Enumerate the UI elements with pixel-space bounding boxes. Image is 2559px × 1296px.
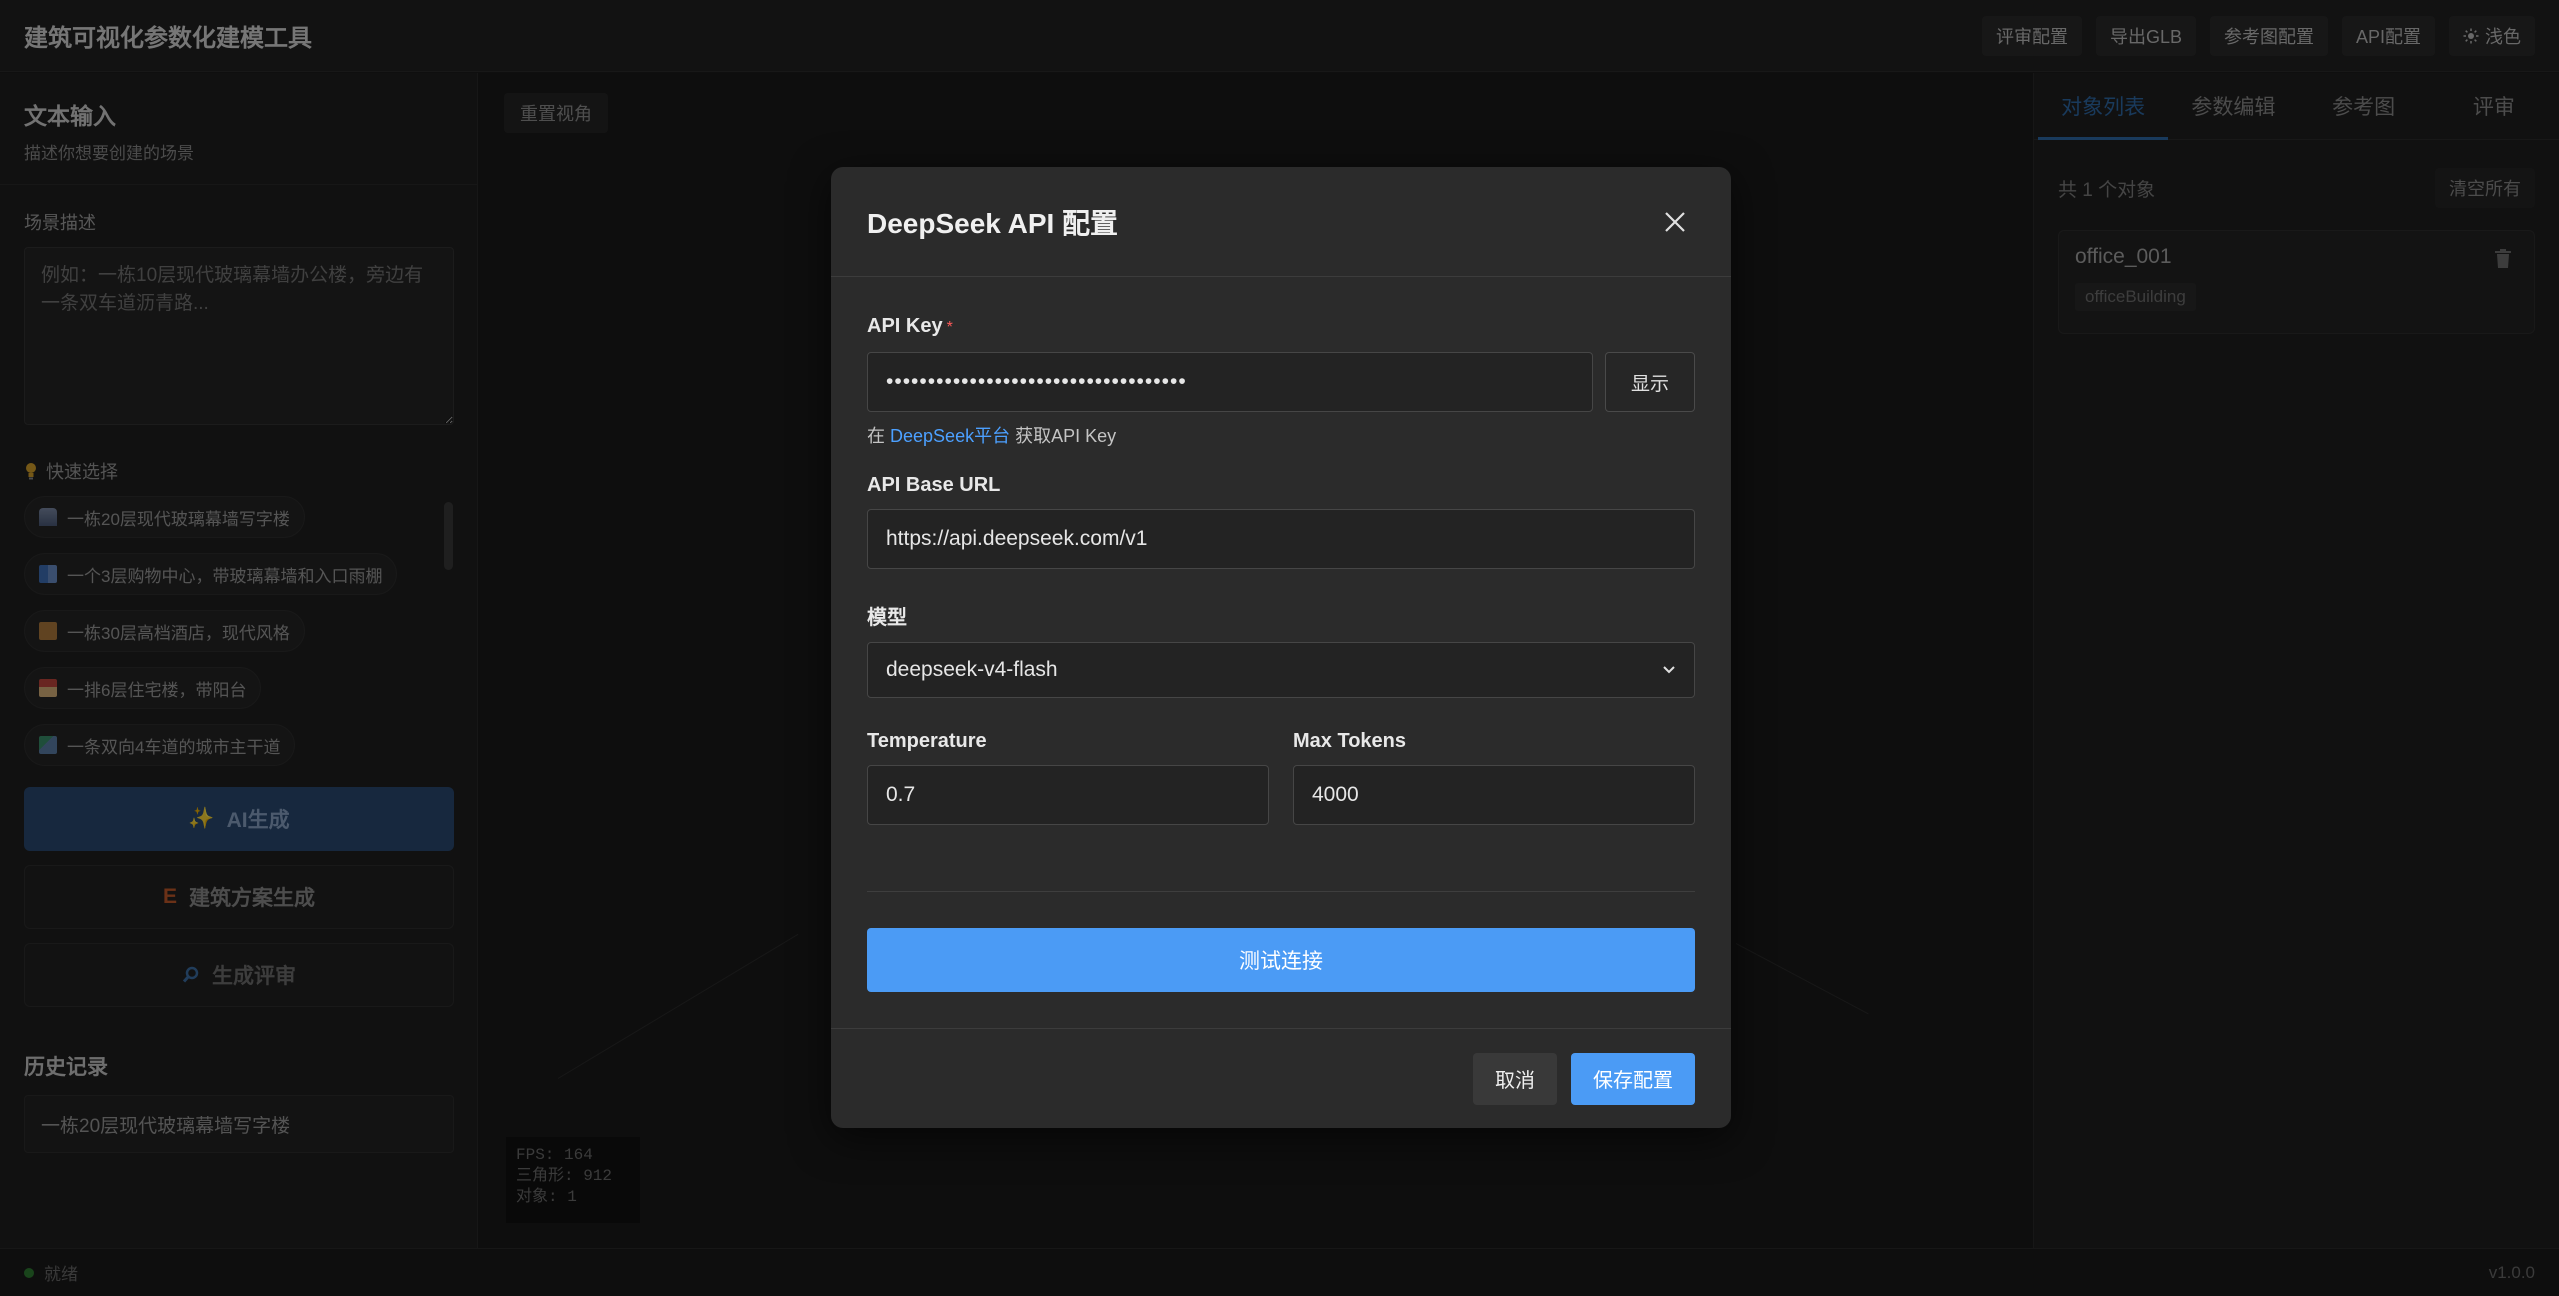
dialog-footer: 取消 保存配置 <box>831 1028 1731 1128</box>
dialog-divider <box>867 891 1695 892</box>
show-key-button[interactable]: 显示 <box>1605 352 1695 412</box>
numeric-params-row: Temperature 0.7 Max Tokens 4000 <box>867 730 1695 825</box>
temperature-input[interactable]: 0.7 <box>867 765 1269 825</box>
max-tokens-input[interactable]: 4000 <box>1293 765 1695 825</box>
base-url-input[interactable]: https://api.deepseek.com/v1 <box>867 509 1695 569</box>
model-select-value: deepseek-v4-flash <box>886 658 1058 681</box>
cancel-button[interactable]: 取消 <box>1473 1052 1557 1105</box>
api-key-label: API Key <box>867 315 943 337</box>
chevron-down-icon <box>1663 666 1675 674</box>
api-key-row: •••••••••••••••••••••••••••••••••••• 显示 <box>867 352 1695 412</box>
close-icon <box>1665 211 1685 232</box>
test-connection-button[interactable]: 测试连接 <box>867 928 1695 992</box>
hint-prefix: 在 <box>867 426 885 446</box>
required-mark: * <box>946 319 953 336</box>
temperature-group: Temperature 0.7 <box>867 730 1269 825</box>
deepseek-platform-link[interactable]: DeepSeek平台 <box>890 426 1010 446</box>
api-key-input[interactable]: •••••••••••••••••••••••••••••••••••• <box>867 352 1593 412</box>
close-button[interactable] <box>1655 202 1695 242</box>
max-tokens-label: Max Tokens <box>1293 730 1406 752</box>
model-select[interactable]: deepseek-v4-flash <box>867 642 1695 698</box>
base-url-label: API Base URL <box>867 474 1001 496</box>
dialog-header: DeepSeek API 配置 <box>831 167 1731 277</box>
max-tokens-group: Max Tokens 4000 <box>1293 730 1695 825</box>
model-label: 模型 <box>867 607 907 629</box>
save-config-button[interactable]: 保存配置 <box>1571 1052 1695 1105</box>
dialog-title: DeepSeek API 配置 <box>867 207 1119 239</box>
api-key-label-row: API Key * <box>867 315 1695 338</box>
temperature-label: Temperature <box>867 730 987 752</box>
dialog-body: API Key * •••••••••••••••••••••••••••••••… <box>831 315 1731 992</box>
hint-suffix: 获取API Key <box>1015 426 1117 446</box>
api-config-dialog: DeepSeek API 配置 API Key * •••••••••••••••… <box>831 167 1731 1128</box>
api-key-hint: 在 DeepSeek平台 获取API Key <box>867 422 1695 448</box>
